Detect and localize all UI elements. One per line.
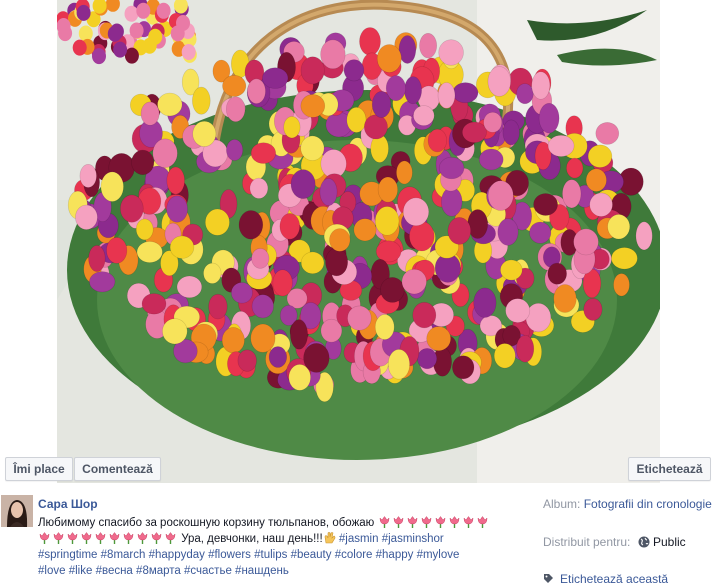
tulip-emoji-icon (53, 532, 64, 544)
tulip-emoji-row-2 (38, 532, 178, 545)
hashtag-line-3: #love #like #весна #8марта #счастье #наш… (38, 565, 289, 577)
post-details: Сара Шор Любимому спасибо за роскошную к… (0, 483, 714, 586)
hashtag-link[interactable]: #happy (376, 549, 414, 561)
tulip-emoji-icon (39, 532, 50, 544)
photo-sidebar: Album: Fotografii din cronologie Distrib… (543, 497, 714, 586)
privacy-value: Public (653, 535, 686, 549)
distribution-label: Distribuit pentru: (543, 535, 631, 549)
distribution-row: Distribuit pentru: Public (543, 535, 714, 549)
hashtag-link[interactable]: #jasmin (339, 533, 379, 545)
privacy-selector[interactable]: Public (638, 535, 686, 549)
hashtag-link[interactable]: #happyday (149, 549, 205, 561)
waving-hand-icon (324, 532, 335, 544)
tulip-emoji-icon (393, 516, 403, 528)
album-link[interactable]: Fotografii din cronologie (584, 497, 712, 511)
hashtag-link[interactable]: #colore (335, 549, 373, 561)
tulip-emoji-icon (449, 516, 459, 528)
like-photo-button[interactable]: Îmi place (5, 457, 73, 481)
post-author-link[interactable]: Сара Шор (38, 497, 98, 511)
hashtag-link[interactable]: #счастье (184, 565, 232, 577)
post-caption: Любимому спасибо за роскошную корзину тю… (38, 515, 516, 579)
tulip-emoji-icon (477, 516, 487, 528)
globe-icon (638, 536, 650, 548)
hashtag-link[interactable]: #tulips (254, 549, 287, 561)
hashtag-link[interactable]: #весна (96, 565, 133, 577)
hashtag-link[interactable]: #8марта (136, 565, 181, 577)
hashtag-line-2: #springtime #8march #happyday #flowers #… (38, 549, 459, 561)
hashtag-link[interactable]: #springtime (38, 549, 97, 561)
tulip-emoji-icon (463, 516, 473, 528)
tulip-emoji-icon (67, 532, 78, 544)
tag-photo-label: Etichetează această (560, 572, 669, 586)
hashtag-link[interactable]: #like (69, 565, 93, 577)
album-info: Album: Fotografii din cronologie (543, 497, 714, 511)
hashtag-link[interactable]: #beauty (291, 549, 332, 561)
hashtag-link[interactable]: #love (38, 565, 66, 577)
tulip-emoji-row-1 (378, 516, 490, 529)
tag-icon (544, 574, 553, 583)
tulip-basket-image (57, 0, 660, 483)
tag-photo-link[interactable]: Etichetează această (543, 572, 668, 586)
hashtag-link[interactable]: #jasminshor (382, 533, 444, 545)
hashtag-link[interactable]: #8march (101, 549, 146, 561)
photo-viewer: Îmi place Comentează Etichetează (0, 0, 714, 483)
tulip-emoji-icon (379, 516, 389, 528)
caption-text-2: Ура, девчонки, наш день!!! (181, 533, 323, 545)
tulip-emoji-icon (137, 532, 148, 544)
post-photo[interactable] (57, 0, 660, 483)
hashtag-link[interactable]: #нашдень (235, 565, 289, 577)
tag-photo-button[interactable]: Etichetează (628, 457, 711, 481)
tulip-emoji-icon (165, 532, 176, 544)
tulip-emoji-icon (435, 516, 445, 528)
hashtag-line-1: #jasmin #jasminshor (339, 533, 444, 545)
avatar[interactable] (1, 495, 33, 527)
tulip-emoji-icon (151, 532, 162, 544)
tulip-emoji-icon (81, 532, 92, 544)
tulip-emoji-icon (95, 532, 106, 544)
hashtag-link[interactable]: #mylove (417, 549, 460, 561)
tulip-emoji-icon (109, 532, 120, 544)
hashtag-link[interactable]: #flowers (208, 549, 251, 561)
comment-photo-button[interactable]: Comentează (74, 457, 161, 481)
tulip-emoji-icon (407, 516, 417, 528)
tulip-emoji-icon (123, 532, 134, 544)
album-label: Album: (543, 497, 581, 511)
tulip-emoji-icon (421, 516, 431, 528)
caption-text-1: Любимому спасибо за роскошную корзину тю… (38, 517, 375, 529)
